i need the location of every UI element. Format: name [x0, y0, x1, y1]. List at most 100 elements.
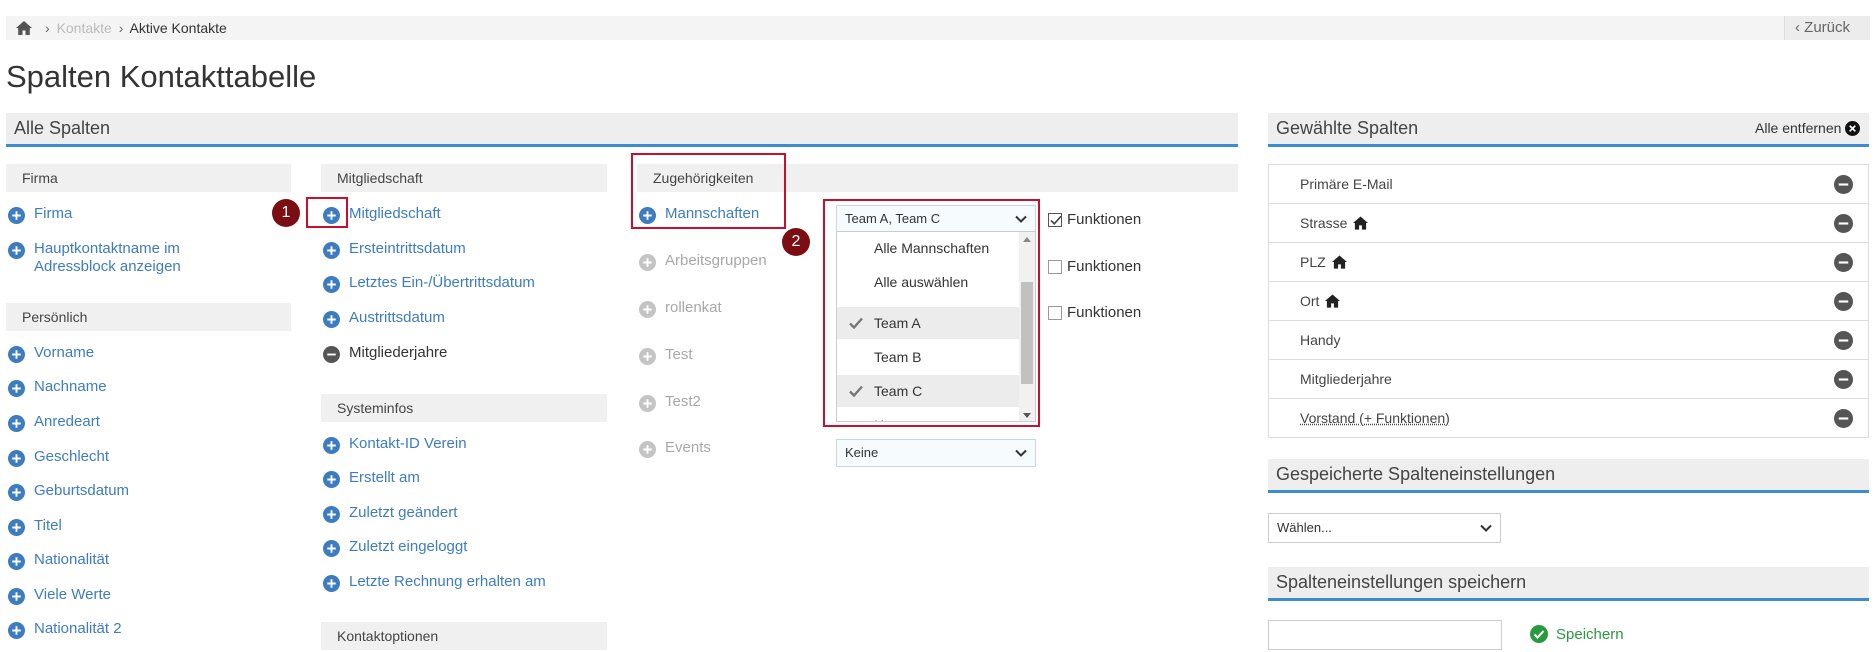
saved-settings-select[interactable]: Wählen... [1268, 513, 1501, 543]
home-icon [1332, 255, 1347, 269]
column-item-anredeart[interactable]: Anredeart [8, 413, 100, 431]
highlight-box-2 [823, 199, 1040, 427]
remove-icon[interactable] [1834, 409, 1853, 428]
home-icon [1353, 216, 1368, 230]
plus-icon[interactable] [323, 506, 340, 523]
column-item-nationalitaet-2[interactable]: Nationalität 2 [8, 620, 122, 638]
column-item-rollenkat[interactable]: rollenkat [639, 299, 722, 317]
functions-checkbox-mannschaften[interactable]: Funktionen [1048, 211, 1141, 229]
page-title: Spalten Kontakttabelle [6, 59, 317, 94]
column-item-arbeitsgruppen[interactable]: Arbeitsgruppen [639, 252, 767, 270]
chevron-down-icon [1015, 448, 1027, 458]
plus-icon[interactable] [8, 346, 25, 363]
column-item-austrittsdatum[interactable]: Austrittsdatum [323, 309, 445, 327]
plus-icon[interactable] [323, 575, 340, 592]
plus-icon[interactable] [639, 395, 656, 412]
chevron-down-icon [1480, 523, 1492, 533]
column-item-viele-werte[interactable]: Viele Werte [8, 586, 111, 604]
remove-icon[interactable] [1834, 331, 1853, 350]
breadcrumb-aktive-kontakte: Aktive Kontakte [129, 20, 227, 36]
column-item-kontakt-id[interactable]: Kontakt-ID Verein [323, 435, 467, 453]
selected-row-ort: Ort [1269, 282, 1868, 321]
column-item-nationalitaet[interactable]: Nationalität [8, 551, 109, 569]
plus-icon[interactable] [323, 276, 340, 293]
selected-row-strasse: Strasse [1269, 204, 1868, 243]
column-item-letzte-rechnung[interactable]: Letzte Rechnung erhalten am [323, 573, 546, 591]
breadcrumb: › Kontakte › Aktive Kontakte ‹ Zurück [6, 16, 1870, 40]
checkbox[interactable] [1048, 213, 1062, 227]
home-icon[interactable] [16, 20, 32, 36]
column-item-ersteintrittsdatum[interactable]: Ersteintrittsdatum [323, 240, 466, 258]
column-item-zuletzt-eingeloggt[interactable]: Zuletzt eingeloggt [323, 538, 467, 556]
plus-icon[interactable] [323, 311, 340, 328]
plus-icon[interactable] [8, 588, 25, 605]
clear-all-button[interactable]: Alle entfernen [1755, 120, 1861, 136]
plus-icon[interactable] [323, 437, 340, 454]
column-item-test[interactable]: Test [639, 346, 693, 364]
functions-checkbox-rollenkat[interactable]: Funktionen [1048, 304, 1141, 322]
checkbox[interactable] [1048, 260, 1062, 274]
save-button[interactable]: Speichern [1530, 625, 1624, 644]
column-item-events[interactable]: Events [639, 439, 711, 457]
checkbox[interactable] [1048, 306, 1062, 320]
plus-icon[interactable] [323, 242, 340, 259]
all-columns-header: Alle Spalten [6, 113, 1238, 147]
plus-icon[interactable] [8, 380, 25, 397]
column-item-letztes-eintrittsdatum[interactable]: Letztes Ein-/Übertrittsdatum [323, 274, 535, 292]
annotation-badge-1: 1 [272, 199, 300, 227]
column-item-titel[interactable]: Titel [8, 517, 62, 535]
plus-icon[interactable] [639, 348, 656, 365]
highlight-box-1 [306, 197, 348, 228]
plus-icon[interactable] [8, 207, 25, 224]
column-item-firma[interactable]: Firma [8, 205, 72, 223]
saved-settings-header: Gespeicherte Spalteneinstellungen [1268, 459, 1869, 493]
selected-row-plz: PLZ [1269, 243, 1868, 282]
selected-row-mitgliederjahre: Mitgliederjahre [1269, 360, 1868, 399]
plus-icon[interactable] [8, 415, 25, 432]
column-item-geschlecht[interactable]: Geschlecht [8, 448, 109, 466]
settings-name-input[interactable] [1268, 620, 1502, 650]
plus-icon[interactable] [8, 553, 25, 570]
close-icon [1845, 121, 1861, 136]
selected-row-vorstand: Vorstand (+ Funktionen) [1269, 399, 1868, 438]
minus-icon[interactable] [323, 346, 340, 363]
column-item-hauptkontaktname[interactable]: Hauptkontaktname im Adressblock anzeigen [8, 240, 181, 276]
column-item-test2[interactable]: Test2 [639, 393, 701, 411]
group-firma: Firma [6, 164, 291, 192]
column-item-nachname[interactable]: Nachname [8, 378, 107, 396]
events-select[interactable]: Keine [836, 439, 1036, 467]
remove-icon[interactable] [1834, 253, 1853, 272]
column-item-zuletzt-geaendert[interactable]: Zuletzt geändert [323, 504, 457, 522]
selected-columns-list: Primäre E-Mail Strasse PLZ Ort Handy Mit… [1268, 164, 1869, 438]
remove-icon[interactable] [1834, 370, 1853, 389]
column-item-erstellt-am[interactable]: Erstellt am [323, 469, 420, 487]
back-button[interactable]: ‹ Zurück [1784, 16, 1870, 40]
plus-icon[interactable] [639, 254, 656, 271]
plus-icon[interactable] [323, 471, 340, 488]
home-icon [1325, 294, 1340, 308]
highlight-box-zugehoerigkeiten [631, 153, 786, 229]
annotation-badge-2: 2 [782, 228, 810, 256]
plus-icon[interactable] [323, 540, 340, 557]
remove-icon[interactable] [1834, 214, 1853, 233]
plus-icon[interactable] [639, 441, 656, 458]
column-item-vorname[interactable]: Vorname [8, 344, 94, 362]
plus-icon[interactable] [8, 622, 25, 639]
chevron-left-icon: ‹ [1795, 19, 1805, 36]
plus-icon[interactable] [8, 242, 25, 259]
plus-icon[interactable] [8, 519, 25, 536]
remove-icon[interactable] [1834, 292, 1853, 311]
column-item-mitgliederjahre[interactable]: Mitgliederjahre [323, 344, 447, 362]
save-settings-header: Spalteneinstellungen speichern [1268, 567, 1869, 601]
breadcrumb-kontakte[interactable]: Kontakte [57, 20, 112, 36]
plus-icon[interactable] [8, 484, 25, 501]
selected-row-primaere-email: Primäre E-Mail [1269, 165, 1868, 204]
group-kontaktoptionen: Kontaktoptionen [321, 622, 607, 650]
remove-icon[interactable] [1834, 175, 1853, 194]
functions-checkbox-arbeitsgruppen[interactable]: Funktionen [1048, 258, 1141, 276]
column-item-geburtsdatum[interactable]: Geburtsdatum [8, 482, 129, 500]
chevron-right-icon: › [45, 20, 50, 36]
plus-icon[interactable] [8, 450, 25, 467]
group-persoenlich: Persönlich [6, 303, 291, 331]
plus-icon[interactable] [639, 301, 656, 318]
